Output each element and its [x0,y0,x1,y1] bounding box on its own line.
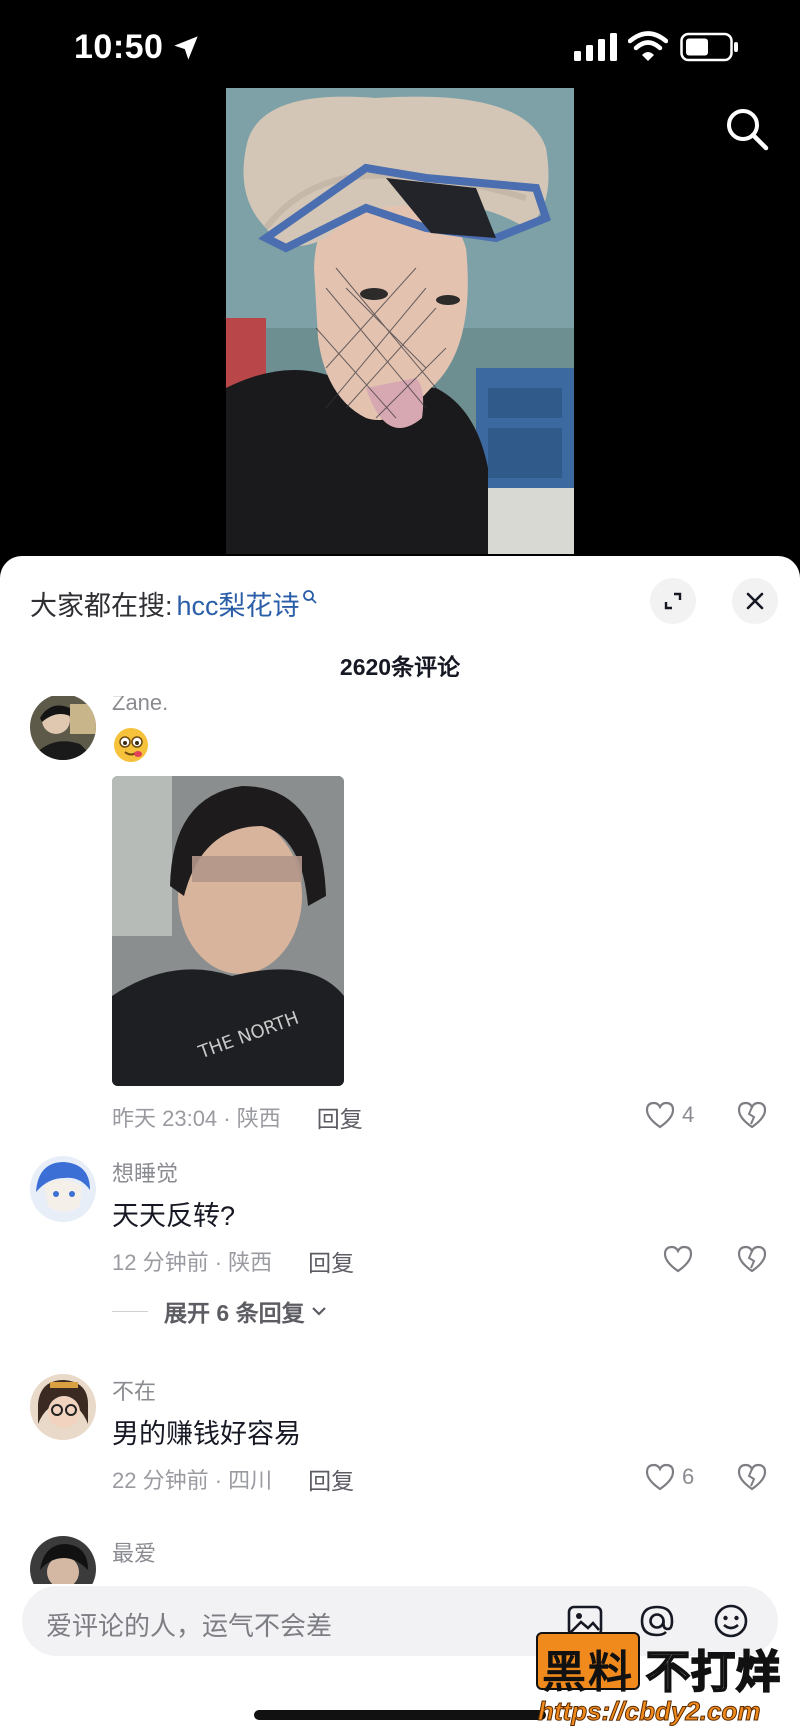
video-image [226,88,574,554]
close-icon [746,592,764,610]
comment-count: 2620条评论 [339,654,461,680]
comment-text: 男的赚钱好容易 [112,1419,301,1449]
comment-input-placeholder: 爱评论的人，运气不会差 [46,1611,333,1641]
smiling-face-emoji-icon [114,728,148,762]
heart-icon [645,1463,675,1491]
like-count: 4 [682,1102,695,1127]
avatar[interactable] [30,1536,96,1584]
location-arrow-icon [174,36,198,60]
broken-heart-icon[interactable] [736,1462,768,1492]
divider [112,1310,148,1312]
reply-button[interactable]: 回复 [308,1462,354,1496]
watermark-brand-box-text: 黑料 [542,1648,634,1697]
comment-username[interactable]: 最爱 [112,1536,156,1568]
comment-time-location: 昨天 23:04 · 陕西 [112,1106,281,1131]
heart-icon [663,1245,693,1273]
status-bar: 10:50 [0,0,800,96]
comment-list[interactable]: Zane. THE NORTH 昨天 23:04 · 陕西 回复 4 想睡觉 天… [0,696,800,1584]
signal-icon [574,33,617,61]
broken-heart-icon[interactable] [736,1244,768,1274]
expand-button[interactable] [650,578,696,624]
home-indicator [254,1710,546,1720]
watermark: 黑料 不打烊 https://cbdy2.com [534,1626,800,1732]
watermark-brand-text: 不打烊 [645,1647,781,1698]
comment-meta: 22 分钟前 · 四川 回复 [112,1462,354,1496]
comment-time-location: 22 分钟前 · 四川 [112,1468,273,1493]
like-button[interactable]: 6 [644,1462,694,1492]
expand-replies-button[interactable]: 展开 6 条回复 [112,1294,327,1328]
expand-icon [664,592,682,610]
expand-replies-label: 展开 6 条回复 [164,1300,305,1326]
like-button[interactable] [662,1244,700,1274]
avatar[interactable] [30,696,96,760]
comment-username[interactable]: 不在 [112,1374,156,1406]
comment-username[interactable]: 想睡觉 [112,1156,178,1188]
suggestion-prefix: 大家都在搜: [30,591,173,621]
comment-meta: 12 分钟前 · 陕西 回复 [112,1244,354,1278]
heart-icon [645,1101,675,1129]
like-button[interactable]: 4 [644,1100,694,1130]
reply-button[interactable]: 回复 [308,1244,354,1278]
battery-icon [680,32,738,62]
status-time: 10:50 [74,28,164,66]
wifi-icon [628,31,668,61]
watermark-url: https://cbdy2.com [537,1696,761,1727]
reply-button[interactable]: 回复 [317,1100,363,1134]
search-suggestion[interactable]: 大家都在搜: hcc梨花诗 [30,584,318,623]
like-count: 6 [682,1464,695,1489]
close-button[interactable] [732,578,778,624]
small-search-icon [302,589,317,604]
comment-username[interactable]: Zane. [112,696,168,716]
broken-heart-icon[interactable] [736,1100,768,1130]
avatar[interactable] [30,1374,96,1440]
suggestion-term[interactable]: hcc梨花诗 [177,584,300,623]
comment-image[interactable]: THE NORTH [112,776,344,1086]
comment-meta: 昨天 23:04 · 陕西 回复 [112,1100,363,1134]
comment-time-location: 12 分钟前 · 陕西 [112,1250,273,1275]
avatar[interactable] [30,1156,96,1222]
chevron-down-icon [311,1307,326,1316]
comment-sheet: 大家都在搜: hcc梨花诗 2620条评论 Zane. THE NORTH 昨天… [0,556,800,1732]
video-frame[interactable] [226,88,574,554]
comment-text: 天天反转? [112,1201,236,1231]
search-icon[interactable] [724,106,770,152]
